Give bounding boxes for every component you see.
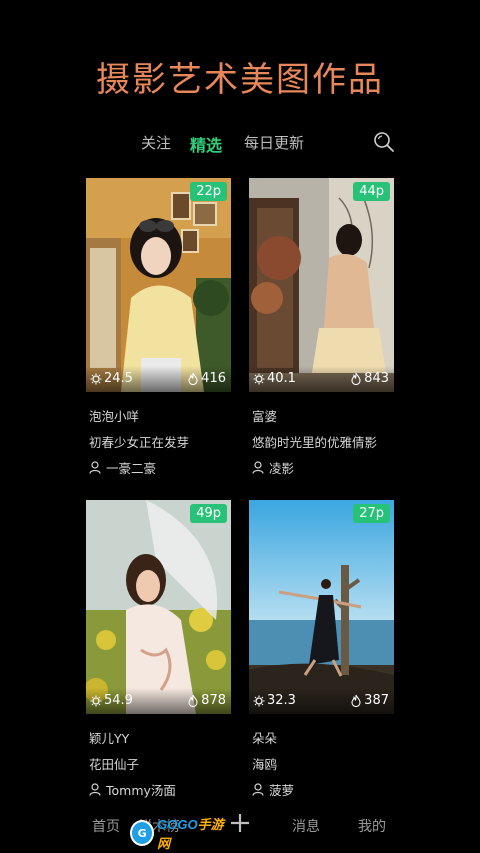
search-icon[interactable] (372, 130, 396, 154)
photo-image (86, 178, 231, 392)
user-icon (89, 461, 101, 474)
user-icon (252, 783, 264, 796)
photo-image (249, 500, 394, 714)
tab-follow[interactable]: 关注 (141, 132, 171, 153)
gogo-logo-icon: G (130, 820, 155, 846)
photo-count-badge: 49p (190, 504, 227, 523)
photo-thumbnail[interactable]: 49p 54.9 878 (86, 500, 231, 714)
photographer-name: 一豪二豪 (106, 461, 157, 476)
photo-card[interactable]: 44p 40.1 843 富婆 悠韵时光里的优雅倩影 凌影 (249, 178, 394, 476)
bottom-nav: 首页 鲜木榜 消息 我的 (0, 812, 480, 842)
tab-bar: 关注 精选 每日更新 (0, 132, 480, 156)
photo-caption: 初春少女正在发芽 (89, 435, 190, 450)
photo-thumbnail[interactable]: 22p 24.5 416 (86, 178, 231, 392)
photographer[interactable]: 凌影 (252, 458, 294, 477)
photographer-name: 菠萝 (269, 783, 295, 798)
heat: 416 (187, 371, 226, 386)
photo-card[interactable]: 27p 32.3 387 朵朵 海鸥 菠萝 (249, 500, 394, 798)
score: 24.5 (90, 371, 133, 386)
watermark-text: GOGO手游网 (157, 817, 224, 851)
photo-thumbnail[interactable]: 44p 40.1 843 (249, 178, 394, 392)
stats-bar: 54.9 878 (86, 688, 231, 714)
score: 54.9 (90, 693, 133, 708)
flame-icon (351, 694, 361, 707)
photo-caption: 海鸥 (252, 757, 278, 772)
heat-value: 416 (201, 371, 226, 386)
flame-icon (188, 372, 198, 385)
photographer[interactable]: 一豪二豪 (89, 458, 156, 477)
user-icon (89, 783, 101, 796)
page-title: 摄影艺术美图作品 (96, 60, 384, 100)
star-icon (253, 695, 265, 706)
author-name[interactable]: 泡泡小咩 (89, 406, 139, 425)
score-value: 54.9 (104, 693, 133, 708)
author-name[interactable]: 朵朵 (252, 728, 277, 747)
photographer[interactable]: Tommy汤面 (89, 780, 176, 799)
photo-card[interactable]: 22p 24.5 416 泡泡小咩 初春少女正在发芽 一豪二豪 (86, 178, 231, 476)
heat: 878 (187, 693, 226, 708)
heat: 387 (350, 693, 389, 708)
photo-count-badge: 44p (353, 182, 390, 201)
user-icon (252, 461, 264, 474)
photographer-name: 凌影 (269, 461, 295, 476)
star-icon (90, 373, 102, 384)
photo-image (86, 500, 231, 714)
add-icon[interactable] (229, 812, 251, 834)
heat-value: 843 (364, 371, 389, 386)
nav-mine[interactable]: 我的 (358, 816, 386, 836)
photographer-name: Tommy汤面 (106, 783, 176, 798)
photo-caption: 花田仙子 (89, 757, 140, 772)
star-icon (253, 373, 265, 384)
watermark-logo: G GOGO手游网 (130, 817, 230, 851)
photo-card[interactable]: 49p 54.9 878 颖儿YY 花田仙子 Tommy汤面 (86, 500, 231, 798)
score: 32.3 (253, 693, 296, 708)
photo-count-badge: 22p (190, 182, 227, 201)
stats-bar: 24.5 416 (86, 366, 231, 392)
photo-thumbnail[interactable]: 27p 32.3 387 (249, 500, 394, 714)
stats-bar: 32.3 387 (249, 688, 394, 714)
author-name[interactable]: 颖儿YY (89, 728, 129, 747)
photo-count-badge: 27p (353, 504, 390, 523)
score-value: 24.5 (104, 371, 133, 386)
tab-daily-update[interactable]: 每日更新 (244, 132, 304, 153)
flame-icon (188, 694, 198, 707)
score-value: 32.3 (267, 693, 296, 708)
score-value: 40.1 (267, 371, 296, 386)
nav-messages[interactable]: 消息 (292, 816, 320, 836)
photo-image (249, 178, 394, 392)
flame-icon (351, 372, 361, 385)
tab-featured[interactable]: 精选 (190, 132, 222, 156)
heat-value: 878 (201, 693, 226, 708)
heat-value: 387 (364, 693, 389, 708)
photo-caption: 悠韵时光里的优雅倩影 (252, 435, 378, 450)
star-icon (90, 695, 102, 706)
author-name[interactable]: 富婆 (252, 406, 277, 425)
nav-home[interactable]: 首页 (92, 816, 120, 836)
stats-bar: 40.1 843 (249, 366, 394, 392)
score: 40.1 (253, 371, 296, 386)
photographer[interactable]: 菠萝 (252, 780, 294, 799)
heat: 843 (350, 371, 389, 386)
